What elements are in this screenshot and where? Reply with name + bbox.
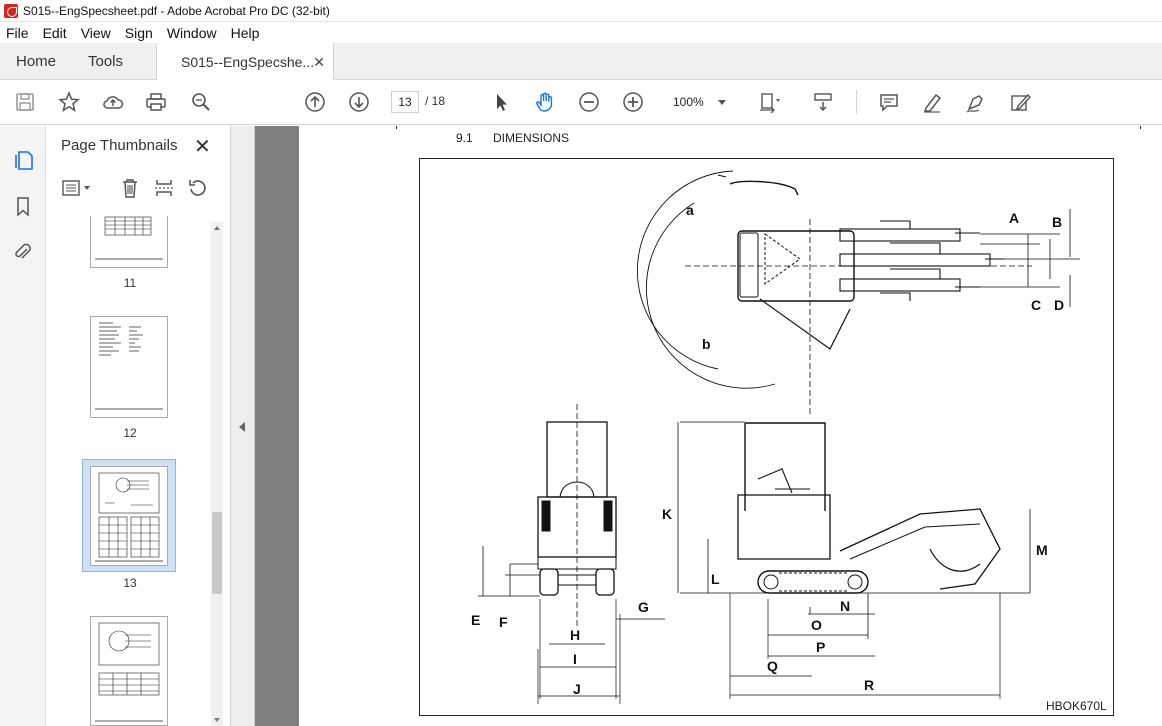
- close-icon[interactable]: ✕: [194, 134, 211, 159]
- collapse-panel-button[interactable]: [231, 126, 255, 726]
- panel-title: Page Thumbnails: [61, 137, 178, 154]
- thumbnail-label: 13: [123, 576, 137, 590]
- dim-label-R: R: [864, 677, 874, 693]
- dim-label-O: O: [811, 617, 822, 633]
- thumbnail-page-14[interactable]: [90, 616, 168, 726]
- scroll-mode-icon[interactable]: [811, 90, 835, 114]
- upload-icon[interactable]: [101, 90, 125, 114]
- scrollbar-thumb[interactable]: [212, 512, 222, 594]
- fit-page-icon[interactable]: [757, 90, 781, 114]
- dim-label-P: P: [816, 639, 825, 655]
- chevron-down-icon: [718, 100, 726, 105]
- save-icon[interactable]: [13, 90, 37, 114]
- menu-bar: File Edit View Sign Window Help: [0, 22, 1162, 43]
- thumbnail-page-12[interactable]: [90, 316, 168, 418]
- window-title: S015--EngSpecsheet.pdf - Adobe Acrobat P…: [23, 3, 330, 18]
- page-count: / 18: [425, 94, 446, 108]
- select-arrow-icon[interactable]: [489, 90, 513, 114]
- page-number-input[interactable]: 13: [391, 91, 419, 113]
- tab-document[interactable]: S015--EngSpecshe... ✕: [156, 43, 334, 81]
- zoom-in-icon[interactable]: [621, 90, 645, 114]
- chevron-left-icon: [239, 422, 245, 432]
- section-title: DIMENSIONS: [493, 131, 570, 145]
- toolbar-separator: [856, 90, 857, 114]
- delete-icon[interactable]: [117, 175, 143, 201]
- hand-icon[interactable]: [533, 90, 557, 114]
- thumbnail-label: 11: [123, 276, 137, 290]
- thumbnail-page-11[interactable]: [90, 216, 168, 268]
- dim-label-L: L: [711, 571, 720, 587]
- section-number: 9.1: [456, 131, 473, 145]
- extract-pages-icon[interactable]: [151, 175, 177, 201]
- rotate-icon[interactable]: [185, 175, 211, 201]
- print-icon[interactable]: [144, 90, 168, 114]
- tab-tools[interactable]: Tools: [88, 43, 123, 80]
- dim-label-G: G: [638, 599, 649, 615]
- dim-label-D: D: [1054, 297, 1064, 313]
- dim-label-B: B: [1052, 214, 1062, 230]
- dim-label-I: I: [573, 651, 577, 667]
- dim-label-a: a: [686, 202, 694, 218]
- highlight-icon[interactable]: [920, 90, 944, 114]
- dim-label-M: M: [1036, 542, 1048, 558]
- close-icon[interactable]: ✕: [313, 54, 325, 71]
- thumbnail-label: 12: [123, 426, 137, 440]
- page-frame-top: [396, 126, 1141, 129]
- page-up-icon[interactable]: [303, 90, 327, 114]
- find-icon[interactable]: [189, 90, 213, 114]
- zoom-select[interactable]: 100%: [662, 91, 734, 113]
- left-rail: [0, 126, 46, 726]
- tab-bar: Home Tools S015--EngSpecshe... ✕: [0, 43, 1162, 81]
- menu-view[interactable]: View: [81, 25, 111, 41]
- figure-code: HBOK670L: [1046, 699, 1107, 713]
- thumbnail-list: 11 12 13: [46, 216, 214, 726]
- panel-scrollbar[interactable]: [211, 222, 223, 726]
- options-menu-icon[interactable]: [58, 175, 96, 201]
- page-down-icon[interactable]: [347, 90, 371, 114]
- dim-label-A: A: [1009, 210, 1019, 226]
- thumbnail-tools: [46, 170, 231, 206]
- comment-icon[interactable]: [877, 90, 901, 114]
- bookmark-star-icon[interactable]: [57, 90, 81, 114]
- tab-document-label: S015--EngSpecshe...: [181, 54, 315, 70]
- dim-label-b: b: [702, 336, 711, 352]
- menu-edit[interactable]: Edit: [43, 25, 67, 41]
- dimensions-drawing: a b A B C D E F G H I J K L M N O P Q R: [419, 158, 1114, 716]
- menu-help[interactable]: Help: [231, 25, 260, 41]
- sign-icon[interactable]: [964, 90, 988, 114]
- toolbar: 13 / 18 100%: [0, 80, 1162, 125]
- attachment-icon[interactable]: [11, 240, 35, 264]
- acrobat-icon: [4, 3, 18, 18]
- menu-sign[interactable]: Sign: [125, 25, 153, 41]
- thumbnails-panel: Page Thumbnails ✕ 11 12 13: [46, 126, 231, 726]
- zoom-value: 100%: [673, 95, 704, 109]
- dim-label-H: H: [570, 627, 580, 643]
- dim-label-C: C: [1031, 297, 1041, 313]
- dim-label-K: K: [662, 506, 672, 522]
- title-bar: S015--EngSpecsheet.pdf - Adobe Acrobat P…: [0, 0, 1162, 22]
- dim-label-E: E: [471, 612, 480, 628]
- thumbnail-page-13[interactable]: [90, 466, 168, 566]
- dim-label-F: F: [499, 614, 508, 630]
- fill-sign-icon[interactable]: [1008, 90, 1032, 114]
- tab-home[interactable]: Home: [16, 43, 56, 80]
- dim-label-J: J: [573, 681, 581, 697]
- menu-file[interactable]: File: [6, 25, 29, 41]
- menu-window[interactable]: Window: [167, 25, 217, 41]
- dim-label-N: N: [840, 598, 850, 614]
- page-thumbnails-icon[interactable]: [11, 148, 35, 172]
- dim-label-Q: Q: [767, 658, 778, 674]
- zoom-out-icon[interactable]: [577, 90, 601, 114]
- bookmark-icon[interactable]: [11, 194, 35, 218]
